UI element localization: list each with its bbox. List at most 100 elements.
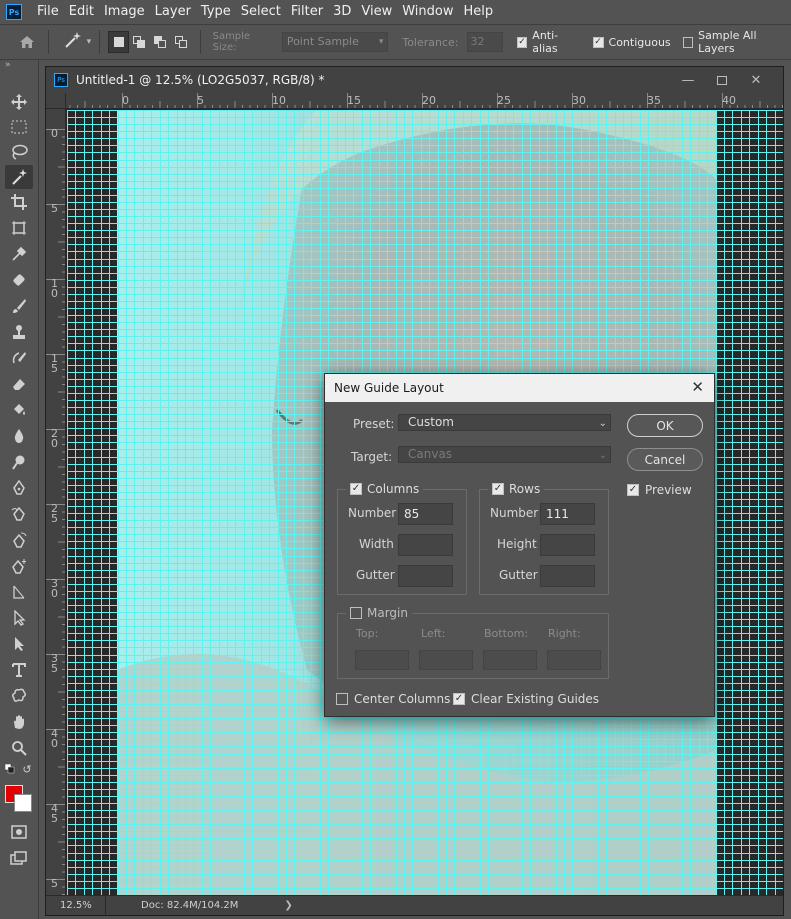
rectangular-marquee-icon[interactable] (5, 115, 33, 139)
menu-layer[interactable]: Layer (150, 0, 196, 24)
sample-all-layers-label: Sample All Layers (698, 29, 757, 55)
preview-label: Preview (645, 483, 692, 497)
frame-icon[interactable] (5, 216, 33, 240)
subtract-selection-icon (154, 36, 167, 48)
ruler-label: 10 (51, 277, 58, 300)
swap-colors-icon[interactable]: ↺ (20, 763, 34, 776)
custom-shape-icon[interactable] (5, 684, 33, 708)
clone-stamp-icon[interactable] (5, 320, 33, 344)
ruler-label: 15 (347, 94, 361, 107)
magic-wand-tool-icon[interactable] (5, 165, 33, 189)
clear-existing-guides-checkbox[interactable]: ✓ Clear Existing Guides (453, 692, 599, 706)
subtract-from-selection-button[interactable] (150, 31, 171, 53)
curvature-pen-icon[interactable] (5, 528, 33, 552)
menu-help[interactable]: Help (459, 0, 499, 24)
menu-edit[interactable]: Edit (64, 0, 99, 24)
contiguous-label: Contiguous (608, 35, 671, 49)
spot-healing-brush-icon[interactable] (5, 268, 33, 292)
ruler-origin[interactable] (46, 93, 66, 109)
tool-preset-picker[interactable]: ▾ (63, 31, 91, 53)
hand-icon[interactable] (5, 710, 33, 734)
crop-icon[interactable] (5, 190, 33, 214)
preset-select[interactable]: Custom ⌄ (398, 414, 611, 431)
intersect-selection-button[interactable] (171, 31, 192, 53)
blur-icon[interactable] (5, 424, 33, 448)
direct-selection-line-icon[interactable] (5, 580, 33, 604)
margin-label: Margin (367, 606, 408, 620)
default-colors-icon[interactable] (4, 763, 18, 775)
document-tab[interactable]: Ps Untitled-1 @ 12.5% (LO2G5037, RGB/8) … (46, 67, 783, 93)
menu-filter[interactable]: Filter (286, 0, 328, 24)
columns-checkbox[interactable]: ✓ Columns (346, 482, 424, 496)
collapse-panel-icon[interactable]: » (0, 60, 38, 72)
menu-image[interactable]: Image (99, 0, 150, 24)
sample-size-select[interactable]: Point Sample ▾ (281, 32, 389, 52)
rows-gutter-input[interactable] (540, 565, 595, 587)
maximize-icon[interactable] (705, 70, 739, 90)
add-anchor-point-icon[interactable] (5, 554, 33, 578)
ok-button[interactable]: OK (627, 414, 703, 437)
home-icon[interactable] (15, 30, 40, 54)
ruler-label: 0 (122, 94, 129, 107)
vertical-ruler[interactable]: 0 5 10 15 20 25 30 35 40 45 5 (46, 109, 66, 895)
columns-number-input[interactable]: 85 (398, 503, 453, 525)
direct-selection-icon[interactable] (5, 632, 33, 656)
menu-type[interactable]: Type (196, 0, 236, 24)
horizontal-ruler[interactable]: 0 5 10 15 20 25 30 35 40 (66, 93, 783, 109)
chevron-right-icon[interactable]: ❯ (284, 900, 292, 911)
path-selection-icon[interactable] (5, 606, 33, 630)
rows-checkbox[interactable]: ✓ Rows (488, 482, 545, 496)
clear-existing-guides-label: Clear Existing Guides (471, 692, 600, 706)
ruler-label: 40 (722, 94, 736, 107)
eraser-icon[interactable] (5, 372, 33, 396)
columns-gutter-input[interactable] (398, 565, 453, 587)
dodge-icon[interactable] (5, 450, 33, 474)
minimize-icon[interactable]: — (671, 70, 705, 90)
columns-width-input[interactable] (398, 534, 453, 556)
close-icon[interactable]: ✕ (691, 378, 704, 396)
sample-all-layers-checkbox[interactable]: Sample All Layers (682, 29, 791, 55)
ruler-label: 40 (51, 727, 58, 750)
anti-alias-label: Anti-alias (532, 29, 559, 55)
margin-top-label: Top: (356, 627, 379, 640)
quick-mask-icon[interactable] (5, 820, 33, 844)
contiguous-checkbox[interactable]: ✓ Contiguous (592, 35, 671, 49)
eyedropper-icon[interactable] (5, 242, 33, 266)
move-tool-icon[interactable] (5, 90, 33, 114)
lasso-icon[interactable] (5, 140, 33, 164)
tolerance-input[interactable]: 32 (466, 32, 503, 52)
new-selection-button[interactable] (108, 31, 130, 53)
photoshop-logo: Ps (6, 4, 22, 20)
preview-checkbox[interactable]: ✓ Preview (627, 483, 692, 497)
menu-view[interactable]: View (356, 0, 397, 24)
document-title: Untitled-1 @ 12.5% (LO2G5037, RGB/8) * (76, 73, 325, 87)
menu-window[interactable]: Window (397, 0, 458, 24)
zoom-level[interactable]: 12.5% (46, 895, 106, 916)
history-brush-icon[interactable] (5, 346, 33, 370)
margin-checkbox[interactable]: Margin (346, 606, 412, 620)
background-color-swatch[interactable] (14, 794, 32, 812)
rows-height-input[interactable] (540, 534, 595, 556)
screen-mode-icon[interactable] (5, 846, 33, 870)
options-separator (47, 30, 49, 54)
add-to-selection-button[interactable] (129, 31, 150, 53)
checkmark-icon: ✓ (516, 36, 528, 48)
menu-file[interactable]: File (32, 0, 64, 24)
rows-number-input[interactable]: 111 (540, 503, 595, 525)
margin-bottom-input (483, 650, 537, 670)
anti-alias-checkbox[interactable]: ✓ Anti-alias (516, 29, 581, 55)
close-icon[interactable]: ✕ (739, 70, 773, 90)
rows-gutter-label: Gutter (499, 568, 538, 582)
pen-icon[interactable] (5, 476, 33, 500)
type-icon[interactable] (5, 658, 33, 682)
photoshop-document-icon: Ps (54, 73, 68, 87)
paint-bucket-icon[interactable] (5, 398, 33, 422)
center-columns-checkbox[interactable]: Center Columns (336, 692, 450, 706)
zoom-icon[interactable] (5, 736, 33, 760)
freeform-pen-icon[interactable] (5, 502, 33, 526)
margin-top-input (355, 650, 409, 670)
menu-3d[interactable]: 3D (328, 0, 356, 24)
cancel-button[interactable]: Cancel (627, 448, 703, 471)
brush-icon[interactable] (5, 294, 33, 318)
menu-select[interactable]: Select (236, 0, 286, 24)
